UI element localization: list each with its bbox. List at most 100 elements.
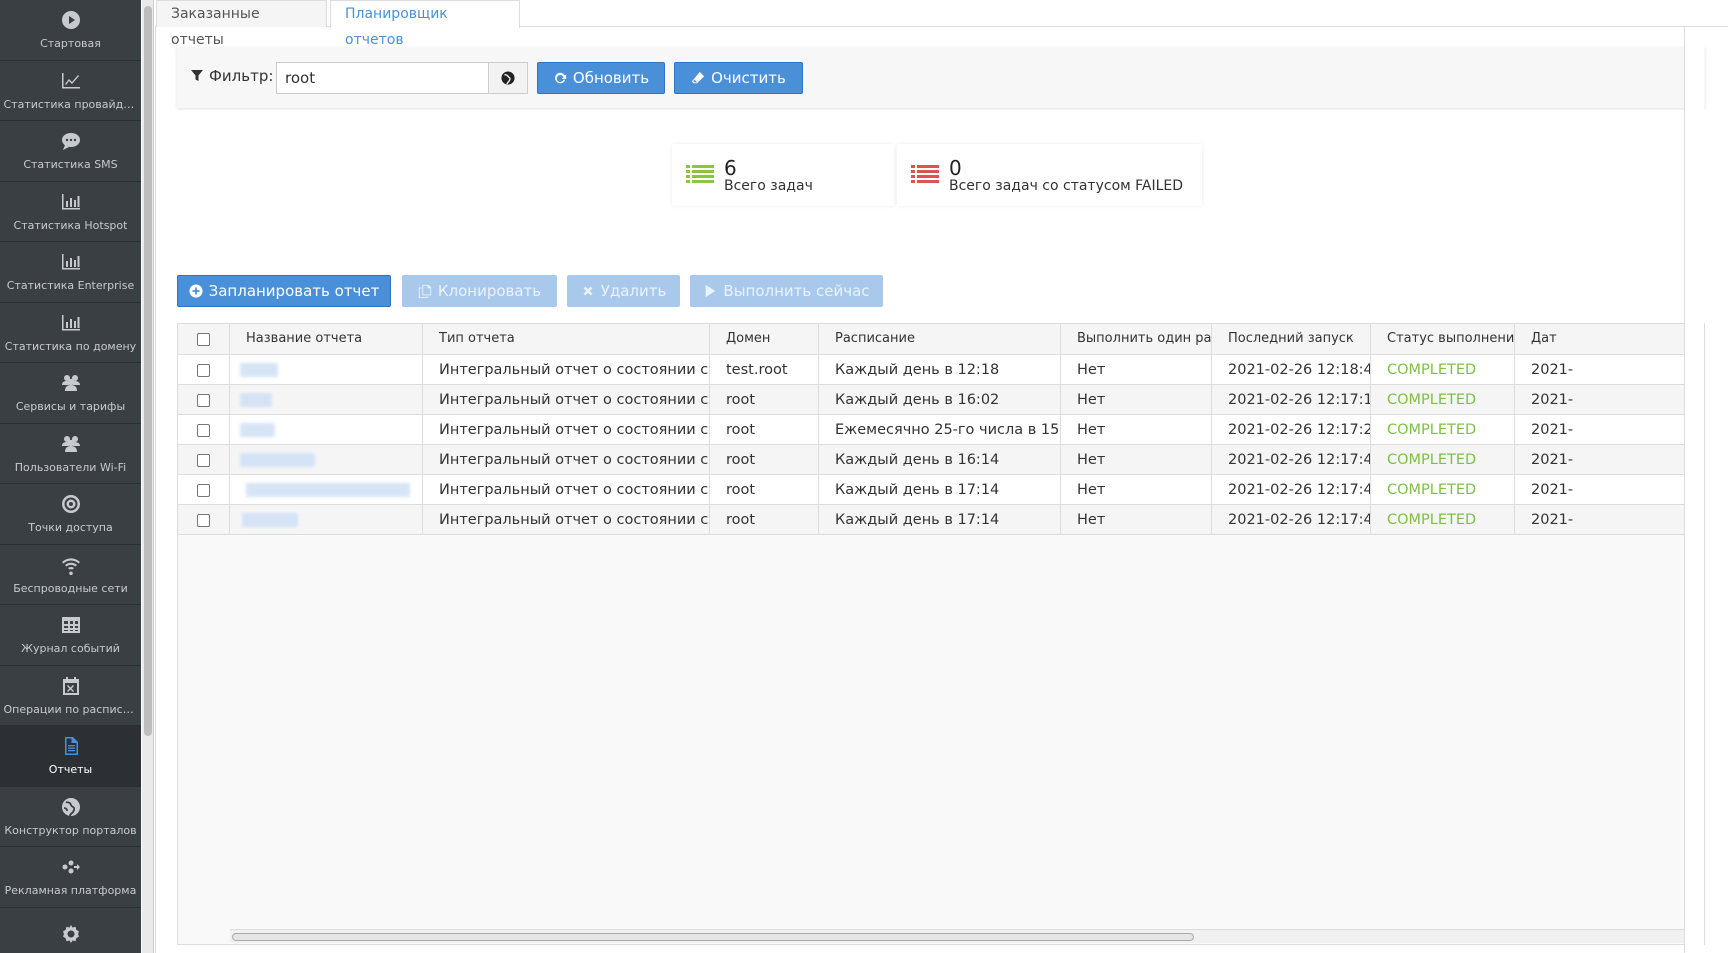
header-report-name[interactable]: Название отчета [230,324,423,354]
right-edge-panel [1684,27,1704,953]
refresh-button[interactable]: Обновить [537,62,665,94]
table-row[interactable]: Интегральный отчет о состоянии сети root К… [178,475,1704,505]
delete-button[interactable]: Удалить [567,275,680,307]
stat-failed-count: 0 [949,156,962,180]
sidebar-item-15[interactable] [0,908,141,953]
cell-status: COMPLETED [1371,385,1515,414]
table-header: Название отчета Тип отчета Домен Расписа… [178,324,1704,355]
sidebar-item-8[interactable]: Точки доступа [0,484,141,545]
run-now-button[interactable]: Выполнить сейчас [690,275,883,307]
sidebar-item-11[interactable]: Операции по расписа... [0,666,141,726]
tab-report-scheduler[interactable]: Планировщик отчетов [330,0,520,48]
sidebar-item-5[interactable]: Статистика по домену [0,303,141,363]
cell-report-name [230,355,423,384]
clone-button-label: Клонировать [437,282,542,300]
clear-button[interactable]: Очистить [674,62,803,94]
sidebar-item-0[interactable]: Стартовая [0,0,141,61]
filter-label: Фильтр: [191,67,273,85]
cell-schedule: Ежемесячно 25-го числа в 15:56 [819,415,1061,444]
table-row[interactable]: Интегральный отчет о состоянии сети test.… [178,355,1704,385]
cell-type: Интегральный отчет о состоянии сети [423,475,710,504]
clear-button-label: Очистить [711,69,786,87]
redacted-report-name [242,513,298,527]
bar-chart-icon [60,312,82,334]
cell-domain: root [710,415,819,444]
sidebar-item-1[interactable]: Статистика провайде... [0,61,141,121]
sidebar-scrollbar[interactable] [142,0,154,953]
sidebar-item-3[interactable]: Статистика Hotspot [0,182,141,242]
cell-last-run: 2021-02-26 12:17:44 [1212,445,1371,474]
table-row[interactable]: Интегральный отчет о состоянии сети root К… [178,385,1704,415]
header-last-run[interactable]: Последний запуск [1212,324,1371,354]
schedule-report-button[interactable]: Запланировать отчет [177,275,391,307]
filter-bar: Фильтр: Обновить Очистить [177,47,1705,108]
cell-date: 2021- [1531,422,1574,438]
copy-icon [418,284,431,298]
table-row[interactable]: Интегральный отчет о состоянии сети root Е… [178,415,1704,445]
cell-type: Интегральный отчет о состоянии сети [423,505,710,534]
header-date[interactable]: Дат [1515,324,1704,354]
filter-input[interactable] [276,62,488,94]
cell-type: Интегральный отчет о состоянии сети [423,355,710,384]
sidebar-item-label: Сервисы и тарифы [15,400,126,414]
row-checkbox[interactable] [197,514,210,527]
row-checkbox[interactable] [197,454,210,467]
header-run-once[interactable]: Выполнить один раз [1061,324,1212,354]
stat-failed-tasks: 0 Всего задач со статусом FAILED [897,144,1202,206]
sidebar-item-4[interactable]: Статистика Enterprise [0,242,141,303]
sidebar-item-14[interactable]: Рекламная платформа [0,847,141,908]
cell-schedule: Каждый день в 16:02 [819,385,1061,414]
tab-ordered-reports[interactable]: Заказанные отчеты [156,0,327,48]
eraser-icon [692,71,705,84]
sidebar-item-label: Точки доступа [28,521,113,535]
sidebar-item-7[interactable]: Пользователи Wi-Fi [0,424,141,484]
sidebar-item-10[interactable]: Журнал событий [0,605,141,666]
delete-button-label: Удалить [600,282,667,300]
sidebar-item-label: Статистика Hotspot [13,218,128,232]
globe-icon [60,796,82,818]
sidebar-item-9[interactable]: Беспроводные сети [0,545,141,605]
header-schedule[interactable]: Расписание [819,324,1061,354]
cell-schedule: Каждый день в 12:18 [819,355,1061,384]
line-chart-icon [60,70,82,92]
redacted-report-name [240,393,272,407]
table-row[interactable]: Интегральный отчет о состоянии сети root К… [178,445,1704,475]
sidebar-item-label: Журнал событий [21,642,120,656]
document-icon [60,735,82,757]
run-now-label: Выполнить сейчас [723,282,870,300]
table-horizontal-scrollbar[interactable] [230,929,1704,943]
header-domain[interactable]: Домен [710,324,819,354]
sidebar-item-2[interactable]: Статистика SMS [0,121,141,182]
reports-table: Название отчета Тип отчета Домен Расписа… [177,323,1705,945]
cell-report-name [230,385,423,414]
cell-date: 2021- [1531,512,1574,528]
header-report-type[interactable]: Тип отчета [423,324,710,354]
row-checkbox[interactable] [197,424,210,437]
main-area: Заказанные отчеты Планировщик отчетов Фи… [155,0,1728,953]
sidebar-item-12[interactable]: Отчеты [0,726,141,787]
sidebar-scrollbar-thumb[interactable] [144,6,152,736]
cell-report-name [230,415,423,444]
cell-last-run: 2021-02-26 12:17:44 [1212,475,1371,504]
cell-schedule: Каждый день в 17:14 [819,475,1061,504]
row-checkbox[interactable] [197,394,210,407]
header-status[interactable]: Статус выполнения [1371,324,1515,354]
table-scrollbar-thumb[interactable] [232,933,1194,941]
sidebar-item-label: Пользователи Wi-Fi [14,460,127,474]
cell-schedule: Каждый день в 17:14 [819,505,1061,534]
list-icon [686,165,714,183]
row-checkbox[interactable] [197,484,210,497]
table-row[interactable]: Интегральный отчет о состоянии сети root К… [178,505,1704,535]
sidebar-item-6[interactable]: Сервисы и тарифы [0,363,141,424]
cell-type: Интегральный отчет о состоянии сети [423,385,710,414]
cell-schedule: Каждый день в 16:14 [819,445,1061,474]
cell-status: COMPLETED [1371,355,1515,384]
sidebar-item-13[interactable]: Конструктор порталов [0,787,141,847]
sidebar-nav: Стартовая Статистика провайде... Статистик… [0,0,141,953]
clone-button[interactable]: Клонировать [402,275,557,307]
globe-icon [501,71,515,85]
row-checkbox[interactable] [197,364,210,377]
sidebar-item-label: Статистика по домену [4,339,137,353]
select-all-checkbox[interactable] [197,333,210,346]
filter-domain-button[interactable] [488,62,528,94]
